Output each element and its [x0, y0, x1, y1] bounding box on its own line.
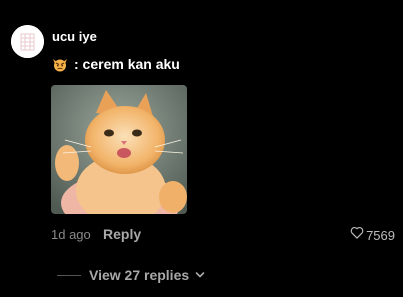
comment-text: : cerem kan aku	[74, 56, 180, 72]
like-count: 7569	[366, 227, 395, 243]
username[interactable]: ucu iye	[52, 29, 97, 44]
heart-icon	[350, 226, 364, 244]
comment-text-row: : cerem kan aku	[52, 56, 180, 72]
view-replies-button[interactable]: View 27 replies	[57, 266, 205, 284]
reply-button[interactable]: Reply	[103, 226, 141, 242]
timestamp: 1d ago	[51, 227, 91, 242]
like-button[interactable]: 7569	[350, 226, 395, 244]
chevron-down-icon	[195, 266, 205, 284]
view-replies-label: View 27 replies	[89, 267, 190, 283]
divider	[57, 274, 81, 276]
comment-image[interactable]	[51, 85, 187, 214]
comment-meta-row: 1d ago Reply 7569	[51, 226, 395, 244]
avatar[interactable]	[11, 25, 44, 58]
pouting-cat-emoji-icon	[52, 56, 68, 72]
